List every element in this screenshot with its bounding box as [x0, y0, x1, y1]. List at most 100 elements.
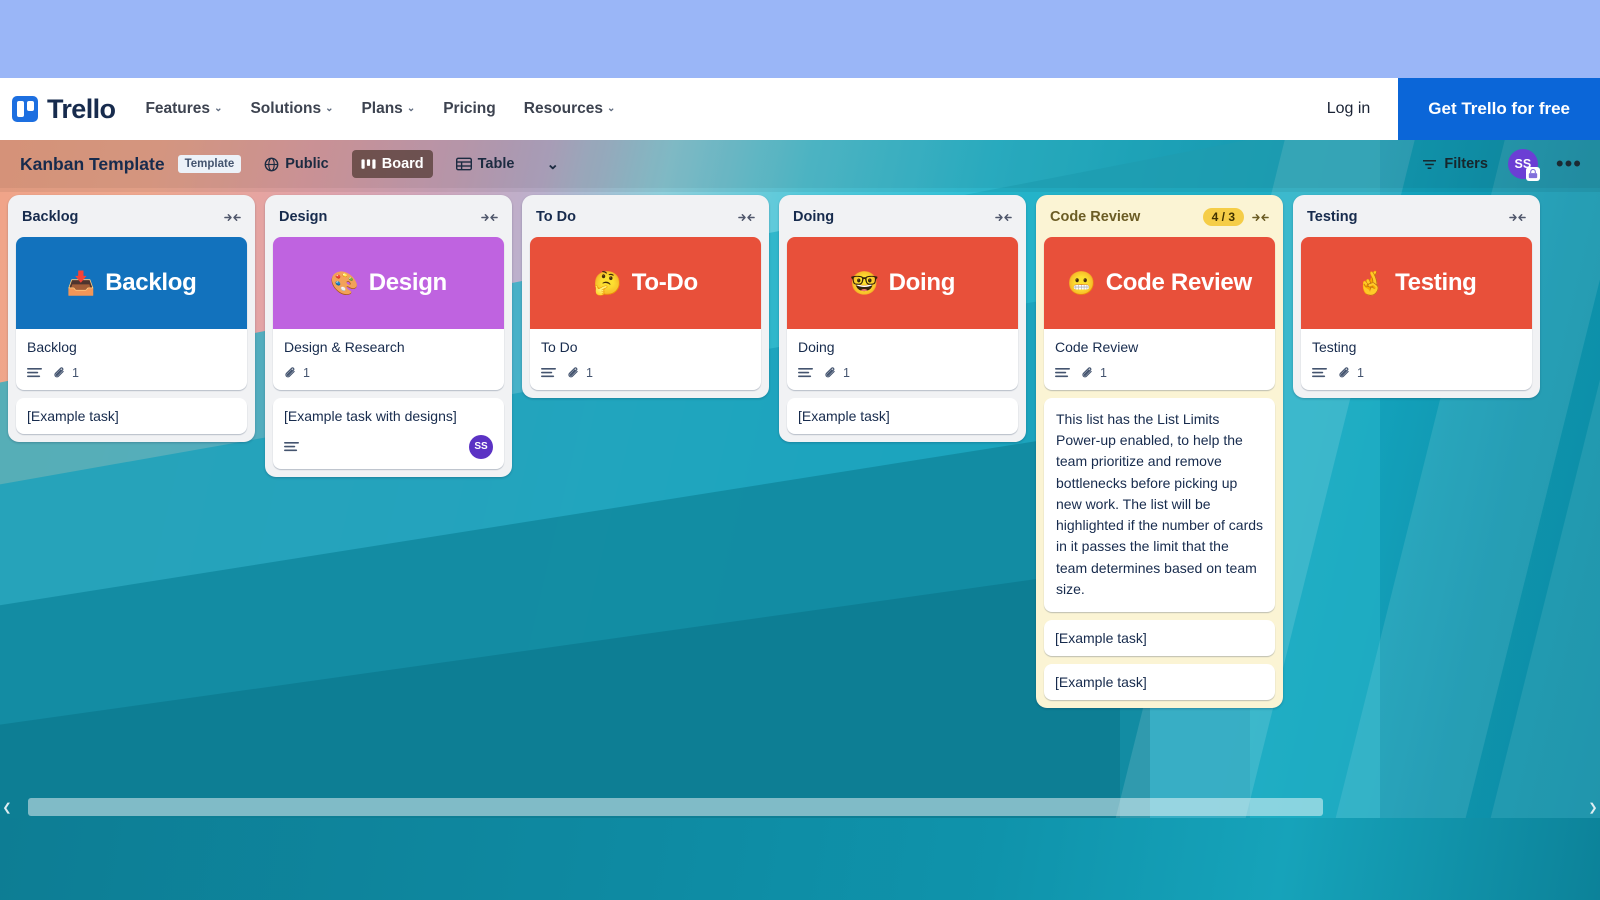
card-example-task[interactable]: [Example task] [1044, 664, 1275, 701]
description-icon [1312, 367, 1327, 379]
card-body: To Do 1 [530, 329, 761, 390]
list-header-actions: 4 / 3 [1202, 208, 1269, 226]
crossed-fingers-icon: 🤞 [1356, 269, 1386, 296]
card-badges: 1 [1055, 366, 1264, 380]
card-cover-title: Doing [888, 269, 956, 296]
collapse-list-icon[interactable] [481, 212, 498, 223]
board-visibility-public[interactable]: Public [255, 150, 338, 178]
avatar[interactable]: SS [1507, 149, 1540, 181]
card-example-task[interactable]: [Example task] [16, 397, 247, 434]
card-example-task[interactable]: [Example task] [1044, 620, 1275, 657]
card-design-cover[interactable]: 🎨 Design Design & Research 1 [273, 237, 504, 390]
list-header: Backlog [16, 203, 247, 229]
card-title: Testing [1312, 339, 1357, 355]
collapse-list-icon[interactable] [1509, 212, 1526, 223]
horizontal-scrollbar[interactable]: ❮ ❯ [0, 796, 1600, 818]
card-title: Code Review [1055, 339, 1139, 355]
view-tab-table[interactable]: Table [447, 150, 524, 178]
list-to-do: To Do 🤔 To-Do To Do 1 [522, 195, 769, 398]
scroll-left-arrow-icon[interactable]: ❮ [0, 796, 14, 818]
card-title: Backlog [27, 339, 77, 355]
list-title[interactable]: Backlog [22, 209, 78, 225]
list-title[interactable]: To Do [536, 209, 576, 225]
card-body: Testing 1 [1301, 329, 1532, 390]
list-header: To Do [530, 203, 761, 229]
trello-logo[interactable]: Trello [12, 94, 116, 125]
nav-link-label: Solutions [250, 100, 322, 117]
grimacing-face-icon: 😬 [1067, 269, 1096, 296]
card-example-task[interactable]: [Example task] [787, 397, 1018, 434]
card-description-text: This list has the List Limits Power-up e… [1056, 410, 1264, 598]
card-cover: 😬 Code Review [1044, 237, 1275, 329]
list-title[interactable]: Code Review [1050, 209, 1140, 225]
get-trello-free-button[interactable]: Get Trello for free [1398, 78, 1600, 140]
card-cover-title: Design [368, 269, 448, 296]
board-more-menu-button[interactable]: ••• [1548, 153, 1590, 175]
avatar-status-badge-icon [1525, 167, 1540, 181]
card-testing-cover[interactable]: 🤞 Testing Testing 1 [1301, 237, 1532, 390]
board-bottom-area [0, 818, 1600, 900]
scrollbar-track[interactable] [14, 798, 1586, 816]
nav-link-resources[interactable]: Resources ⌄ [524, 100, 616, 118]
description-icon [541, 367, 556, 379]
view-tab-board[interactable]: Board [351, 150, 433, 178]
card-title: [Example task] [1055, 630, 1147, 647]
nav-link-label: Features [145, 100, 211, 117]
card-cover-title: To-Do [631, 269, 698, 296]
card-cover-title: Backlog [105, 269, 197, 296]
chevron-down-icon: ⌄ [546, 156, 560, 173]
card-body: [Example task with designs] SS [273, 398, 504, 469]
attachment-badge: 1 [1081, 366, 1107, 380]
description-badge [284, 441, 299, 453]
attachment-badge: 1 [824, 366, 850, 380]
card-cover: 🎨 Design [273, 237, 504, 329]
card-badges: 1 [798, 366, 1007, 380]
nav-link-solutions[interactable]: Solutions ⌄ [250, 100, 333, 118]
login-link[interactable]: Log in [1299, 78, 1399, 140]
attachment-count: 1 [1357, 365, 1364, 380]
board-view-icon [361, 157, 376, 171]
list-header: Design [273, 203, 504, 229]
views-dropdown-toggle[interactable]: ⌄ [537, 149, 568, 179]
collapse-list-icon[interactable] [995, 212, 1012, 223]
nav-link-pricing[interactable]: Pricing [443, 100, 496, 118]
list-title[interactable]: Testing [1307, 209, 1357, 225]
card-title: [Example task] [27, 407, 119, 424]
card-title: [Example task with designs] [284, 407, 457, 424]
description-badge [798, 367, 813, 379]
card-title: Doing [798, 339, 835, 355]
collapse-list-icon[interactable] [224, 212, 241, 223]
collapse-list-icon[interactable] [738, 212, 755, 223]
card-title: Design & Research [284, 339, 405, 355]
board-title: Kanban Template [20, 153, 165, 174]
card-cover-title: Testing [1395, 269, 1477, 296]
page-top-band [0, 0, 1600, 78]
attachment-count: 1 [72, 365, 79, 380]
card-doing-cover[interactable]: 🤓 Doing Doing 1 [787, 237, 1018, 390]
filters-button[interactable]: Filters [1412, 150, 1498, 178]
scrollbar-thumb[interactable] [28, 798, 1323, 816]
collapse-list-icon[interactable] [1252, 212, 1269, 223]
card-body: Design & Research 1 [273, 329, 504, 390]
list-header-actions [1509, 212, 1526, 223]
artist-palette-icon: 🎨 [330, 269, 359, 296]
card-badges: SS [284, 434, 493, 459]
nav-link-plans[interactable]: Plans ⌄ [361, 100, 415, 118]
card-example-task-with-designs[interactable]: [Example task with designs] SS [273, 397, 504, 469]
card-code-review-cover[interactable]: 😬 Code Review Code Review 1 [1044, 237, 1275, 390]
card-list-limits-description[interactable]: This list has the List Limits Power-up e… [1044, 397, 1275, 613]
list-title[interactable]: Doing [793, 209, 834, 225]
card-backlog-cover[interactable]: 📥 Backlog Backlog 1 [16, 237, 247, 390]
card-to-do-cover[interactable]: 🤔 To-Do To Do 1 [530, 237, 761, 390]
nav-link-features[interactable]: Features ⌄ [145, 100, 222, 118]
thinking-face-icon: 🤔 [593, 269, 622, 296]
list-header-actions [481, 212, 498, 223]
card-cover: 🤔 To-Do [530, 237, 761, 329]
card-badges: 1 [284, 366, 493, 380]
filter-icon [1422, 158, 1437, 171]
table-view-icon [455, 157, 472, 171]
globe-icon [264, 157, 279, 172]
list-title[interactable]: Design [279, 209, 327, 225]
scroll-right-arrow-icon[interactable]: ❯ [1586, 796, 1600, 818]
card-member-avatar[interactable]: SS [469, 434, 493, 459]
